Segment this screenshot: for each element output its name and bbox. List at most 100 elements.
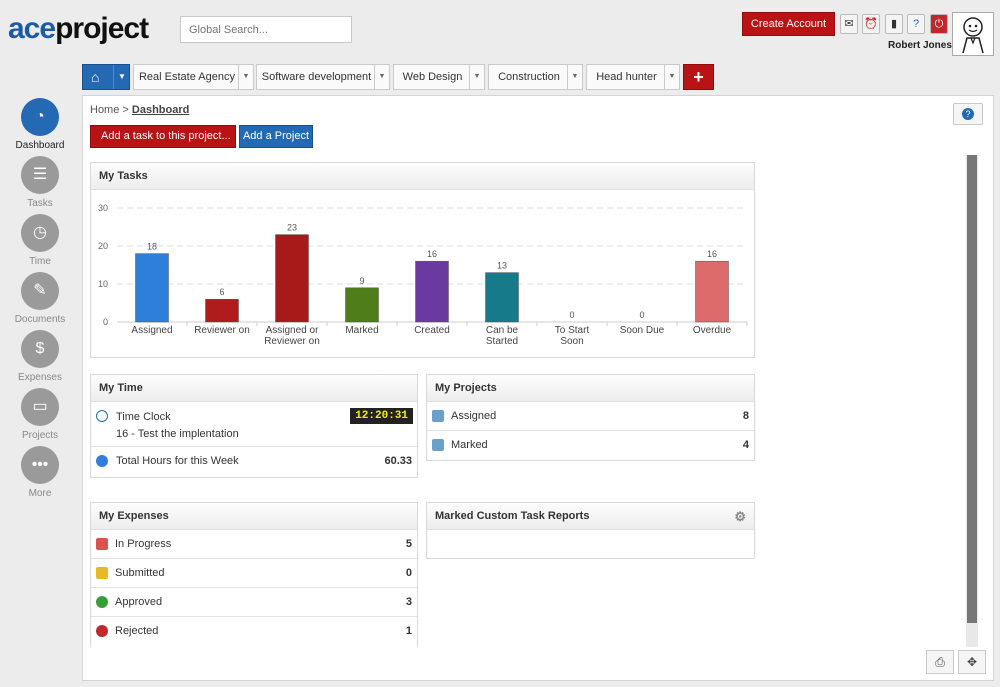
money-bag-icon: $ [21, 330, 59, 368]
aceproject-logo[interactable]: aceproject [8, 12, 149, 46]
bar[interactable] [345, 287, 379, 323]
gear-icon[interactable]: ⚙ [734, 503, 746, 530]
chevron-down-icon: ▼ [105, 153, 113, 162]
chevron-down-icon[interactable]: ▼ [664, 65, 679, 89]
breadcrumb-home-link[interactable]: Home [90, 104, 119, 116]
my-expenses-panel: My Expenses In Progress 5 Submitted 0 Ap… [90, 502, 418, 647]
chevron-down-icon[interactable]: ▼ [469, 65, 484, 89]
sidebar-item-expenses[interactable]: $ Expenses [10, 330, 70, 383]
home-tab[interactable]: ⌂ ▼ [82, 64, 130, 90]
tab-label: Real Estate Agency [138, 71, 235, 83]
tab-label: Construction [498, 71, 560, 83]
tab-construction[interactable]: Construction ▼ [488, 64, 583, 90]
row-label: Rejected [115, 625, 159, 637]
row-value: 5 [405, 538, 412, 550]
chevron-down-icon[interactable]: ▼ [238, 65, 253, 89]
create-account-button[interactable]: Create Account [742, 12, 835, 36]
time-clock-label: Time Clock [116, 411, 171, 423]
x-tick-label: To Start [555, 325, 590, 336]
bar[interactable] [275, 234, 309, 323]
scrollbar-thumb[interactable] [967, 155, 977, 623]
my-tasks-panel: My Tasks 0 10 20 30 18 Assigned 6 Reviewer on 23… [90, 162, 755, 358]
bar[interactable] [415, 260, 449, 323]
chevron-down-icon[interactable]: ▼ [113, 65, 130, 89]
total-hours-label: Total Hours for this Week [116, 455, 239, 467]
row-label: In Progress [115, 538, 172, 550]
tab-label: Head hunter [596, 71, 657, 83]
expenses-rejected-row[interactable]: Rejected 1 [91, 617, 417, 646]
expenses-submitted-row[interactable]: Submitted 0 [91, 559, 417, 588]
data-label: 18 [147, 242, 157, 252]
sidebar-item-documents[interactable]: ✎ Documents [10, 272, 70, 325]
tab-head-hunter[interactable]: Head hunter ▼ [586, 64, 680, 90]
row-label: Approved [115, 596, 163, 608]
dashboard-gauge-icon: ◔ [21, 98, 59, 136]
expenses-approved-row[interactable]: Approved 3 [91, 588, 417, 617]
cone-icon [96, 538, 108, 550]
sidebar-item-label: Dashboard [15, 140, 65, 151]
projects-assigned-row[interactable]: Assigned 8 [427, 402, 754, 431]
tab-real-estate-agency[interactable]: Real Estate Agency ▼ [133, 64, 254, 90]
sidebar-item-time[interactable]: ◷ Time [10, 214, 70, 267]
ellipsis-icon: ••• [21, 446, 59, 484]
time-clock-task[interactable]: 16 - Test the implentation [116, 428, 239, 440]
avatar[interactable] [952, 12, 994, 56]
panel-title: My Projects [427, 375, 754, 402]
alarm-clock-icon[interactable]: ⏰ [862, 14, 880, 34]
my-projects-panel: My Projects Assigned 8 Marked 4 [426, 374, 755, 461]
bar[interactable] [205, 298, 239, 323]
expenses-in-progress-row[interactable]: In Progress 5 [91, 530, 417, 559]
custom-reports-panel: Marked Custom Task Reports ⚙ [426, 502, 755, 559]
x-tick-label: Assigned or [266, 325, 319, 336]
x-tick-label: Overdue [693, 325, 732, 336]
project-marked-icon [432, 439, 444, 451]
row-label: Assigned [451, 410, 497, 422]
bar[interactable] [135, 253, 169, 323]
sidebar-item-dashboard[interactable]: ◔ Dashboard [10, 98, 70, 151]
total-hours-value: 60.33 [384, 455, 412, 467]
add-project-button[interactable]: Add a Project [239, 125, 313, 148]
bar[interactable] [485, 272, 519, 323]
sidebar-item-tasks[interactable]: ☰ Tasks [10, 156, 70, 209]
help-icon[interactable]: ? [907, 14, 925, 34]
tab-software-development[interactable]: Software development ▼ [256, 64, 390, 90]
paperclip-icon: ✎ [21, 272, 59, 310]
reject-circle-icon [96, 625, 108, 637]
fullscreen-button[interactable]: ✥ [958, 650, 986, 674]
home-icon: ⌂ [91, 69, 100, 85]
panel-title: Marked Custom Task Reports ⚙ [427, 503, 754, 530]
my-time-panel: My Time Time Clock 12:20:31 16 - Test th… [90, 374, 418, 478]
add-task-button[interactable]: Add a task to this project... ▼ [90, 125, 236, 162]
mail-icon[interactable]: ✉ [840, 14, 858, 34]
mobile-icon[interactable]: ▮ [885, 14, 903, 34]
printer-icon: ⎙ [935, 655, 945, 669]
bar[interactable] [695, 260, 729, 323]
x-tick-label: Reviewer on [194, 325, 250, 336]
user-name[interactable]: Robert Jones [888, 40, 952, 51]
project-assigned-icon [432, 410, 444, 422]
projects-marked-row[interactable]: Marked 4 [427, 431, 754, 460]
tab-web-design[interactable]: Web Design ▼ [393, 64, 485, 90]
help-icon: ? [962, 108, 974, 120]
chevron-down-icon[interactable]: ▼ [374, 65, 389, 89]
global-search-input[interactable] [180, 16, 352, 43]
page-help-button[interactable]: ? [953, 103, 983, 125]
data-label: 0 [639, 310, 644, 320]
data-label: 16 [707, 249, 717, 259]
x-tick-label: Marked [345, 325, 378, 336]
sidebar-item-projects[interactable]: ▭ Projects [10, 388, 70, 441]
logo-text-project: project [55, 12, 149, 45]
breadcrumb-current[interactable]: Dashboard [132, 104, 189, 116]
power-icon[interactable]: ⏻ [930, 14, 948, 34]
chevron-down-icon[interactable]: ▼ [567, 65, 582, 89]
data-label: 23 [287, 223, 297, 233]
submitted-note-icon [96, 567, 108, 579]
print-button[interactable]: ⎙ [926, 650, 954, 674]
row-label: Marked [451, 439, 488, 451]
sidebar-item-more[interactable]: ••• More [10, 446, 70, 499]
sidebar-item-label: Documents [14, 314, 66, 325]
row-value: 0 [405, 567, 412, 579]
time-clock-row[interactable]: Time Clock 12:20:31 16 - Test the implen… [91, 402, 417, 447]
add-tab-button[interactable]: + [683, 64, 714, 90]
x-tick-label: Soon Due [620, 325, 665, 336]
